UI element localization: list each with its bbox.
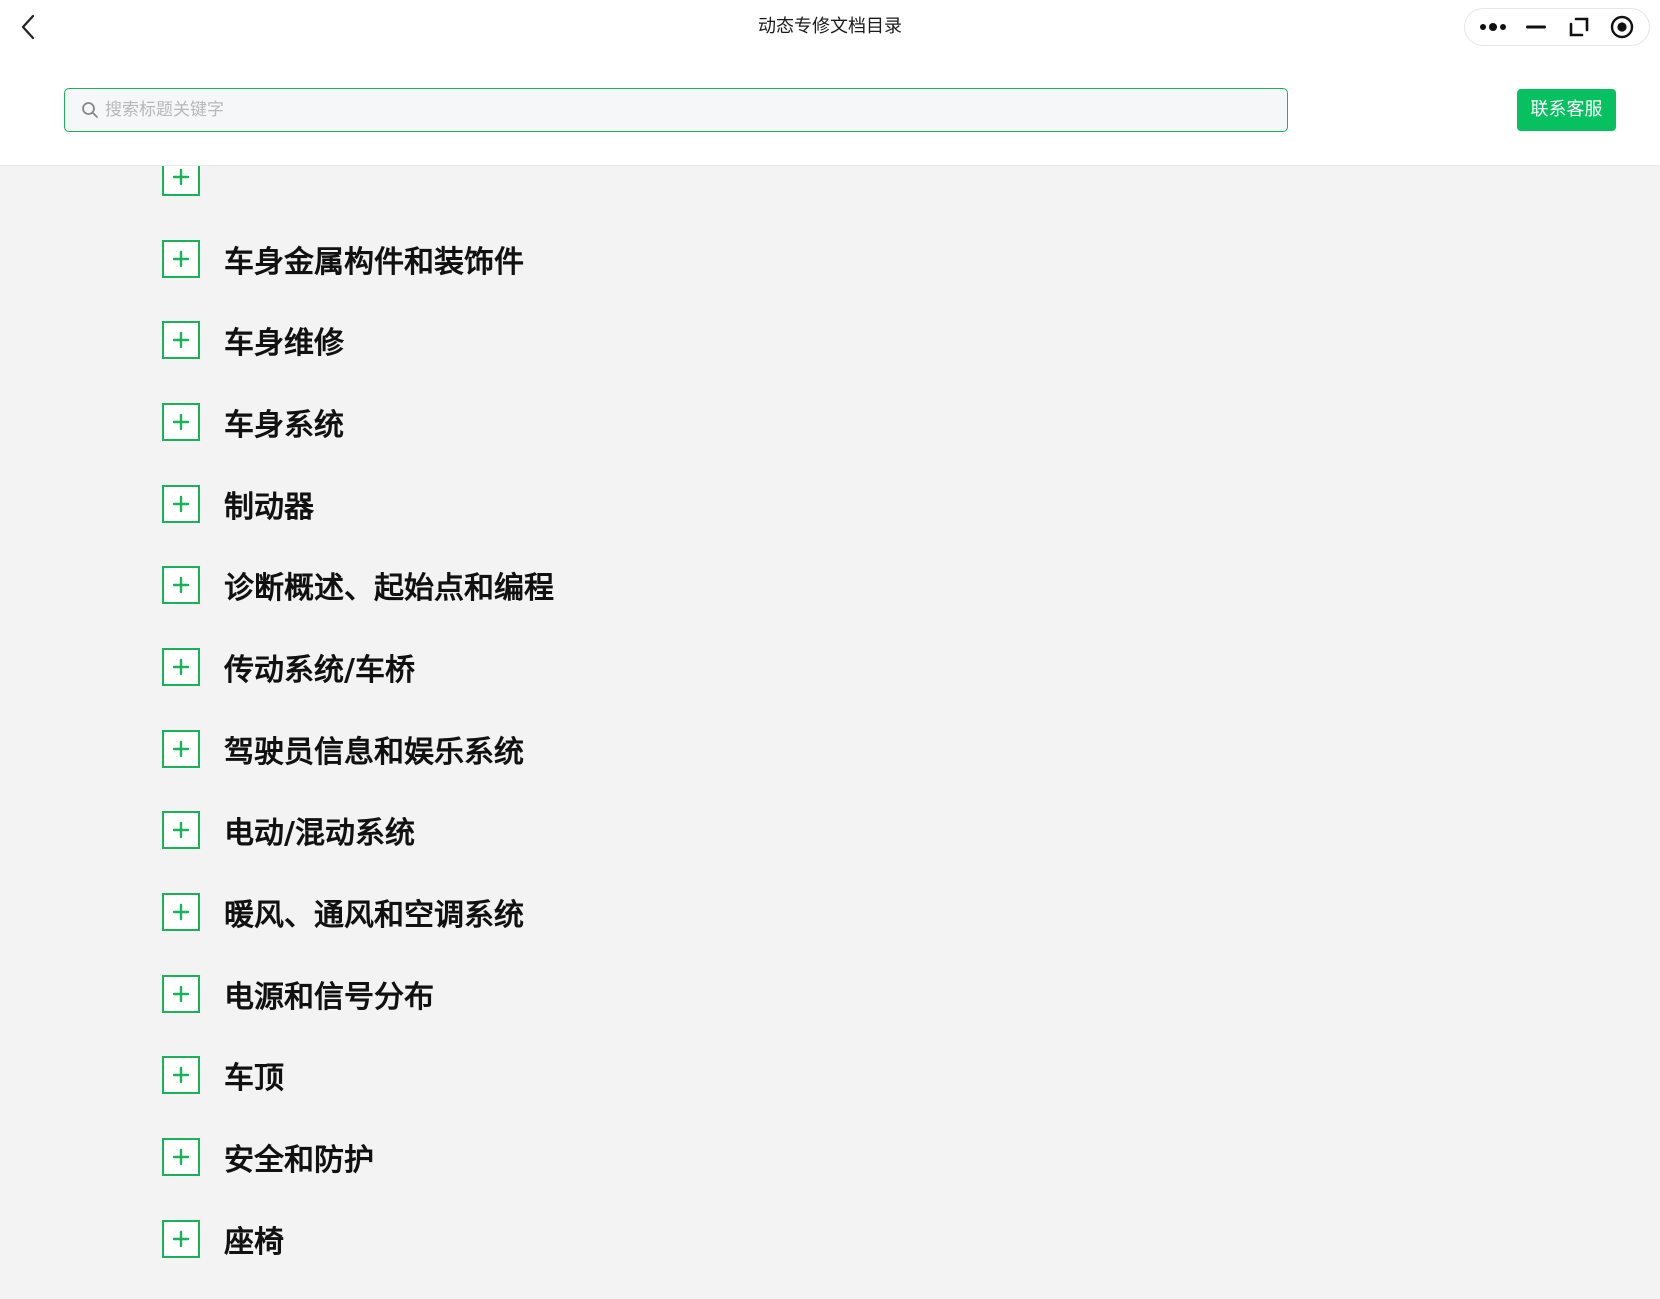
record-button[interactable] [1604,12,1640,42]
catalog-item-label: 座椅 [224,1224,284,1260]
plus-icon [172,1148,190,1166]
plus-icon [172,495,190,512]
catalog-item[interactable]: 车身维修 [0,299,1660,381]
catalog-item-label: 驾驶员信息和娱乐系统 [224,734,524,770]
catalog-item[interactable]: 暖风、通风和空调系统 [0,871,1660,953]
plus-icon [172,1230,190,1247]
catalog-items: 车身金属构件和装饰件 车身维修车身系统制动器诊断概述、起始点和编程 传动系统/车桥驾… [0,166,1660,1299]
back-button[interactable] [14,10,42,44]
expand-button[interactable] [162,729,200,768]
catalog-item-label: 安全和防护 [224,1143,374,1179]
catalog-item[interactable]: 安全和防护 [0,1116,1660,1198]
catalog-item[interactable]: 座椅 [0,1198,1660,1280]
expand-button[interactable] [162,166,200,196]
expand-button[interactable] [162,484,200,523]
expand-button[interactable] [162,239,200,278]
expand-button[interactable] [162,974,200,1013]
search-icon [81,101,99,119]
catalog-item[interactable]: 电动/混动系统 [0,790,1660,872]
catalog-item-label: 制动器 [224,489,314,525]
search-box[interactable] [64,88,1288,132]
plus-icon [172,658,190,676]
catalog-item[interactable]: 制动器 [0,463,1660,545]
catalog-item-label: 车顶 [224,1061,284,1097]
catalog-item[interactable]: 转向系统 [0,1280,1660,1299]
expand-button[interactable] [162,402,200,441]
expand-button[interactable] [162,1219,200,1258]
catalog-item[interactable]: 传动系统/车桥 [0,626,1660,708]
catalog-item-label: 电动/混动系统 [224,816,415,852]
minimize-button[interactable] [1518,12,1554,42]
expand-button[interactable] [162,647,200,686]
plus-icon [172,168,190,186]
record-target-icon [1610,15,1633,39]
catalog-item-label: 电源和信号分布 [224,979,434,1015]
restore-window-icon [1569,17,1588,37]
top-bar: 动态专修文档目录 [0,0,1660,54]
page-title: 动态专修文档目录 [758,16,902,37]
search-input[interactable] [105,90,1287,130]
minimize-icon [1525,25,1546,29]
plus-icon [172,985,190,1002]
window-capsule [1464,8,1650,46]
expand-button[interactable] [162,321,200,360]
expand-button[interactable] [162,893,200,932]
plus-icon [172,822,190,839]
catalog-item-label: 车身维修 [224,326,344,362]
catalog-item-label: 暖风、通风和空调系统 [224,898,524,934]
catalog-item-label: 车身系统 [224,407,344,443]
search-bar-row: 联系客服 [0,54,1660,166]
catalog-item[interactable]: 车身金属构件和装饰件 [0,218,1660,300]
expand-button[interactable] [162,1056,200,1095]
catalog-list[interactable]: 车身金属构件和装饰件 车身维修车身系统制动器诊断概述、起始点和编程 传动系统/车桥驾… [0,166,1660,1299]
more-dots-icon [1479,23,1506,31]
catalog-item-label: 传动系统/车桥 [224,652,415,688]
catalog-item[interactable]: 车顶 [0,1035,1660,1117]
restore-button[interactable] [1561,12,1597,42]
app-window: 动态专修文档目录 搜索标题关键字 联系客服 车身金属构件和装饰件 车身维修 车身… [0,0,1660,1299]
catalog-item-label: 车身金属构件和装饰件 [224,244,524,280]
catalog-item[interactable]: 诊断概述、起始点和编程 [0,544,1660,626]
expand-button[interactable] [162,811,200,850]
chevron-left-icon [21,14,35,40]
catalog-item-label: 诊断概述、起始点和编程 [224,571,554,607]
plus-icon [172,332,190,349]
plus-icon [172,1067,190,1084]
expand-button[interactable] [162,1138,200,1177]
catalog-item[interactable] [0,166,1660,218]
catalog-item[interactable]: 电源和信号分布 [0,953,1660,1035]
plus-icon [172,577,190,594]
contact-support-button[interactable]: 联系客服 [1517,89,1616,131]
catalog-item[interactable]: 车身系统 [0,381,1660,463]
more-button[interactable] [1475,12,1511,42]
plus-icon [172,740,190,757]
catalog-item[interactable]: 驾驶员信息和娱乐系统 [0,708,1660,790]
plus-icon [172,250,190,267]
plus-icon [172,413,190,431]
expand-button[interactable] [162,566,200,605]
plus-icon [172,903,190,921]
